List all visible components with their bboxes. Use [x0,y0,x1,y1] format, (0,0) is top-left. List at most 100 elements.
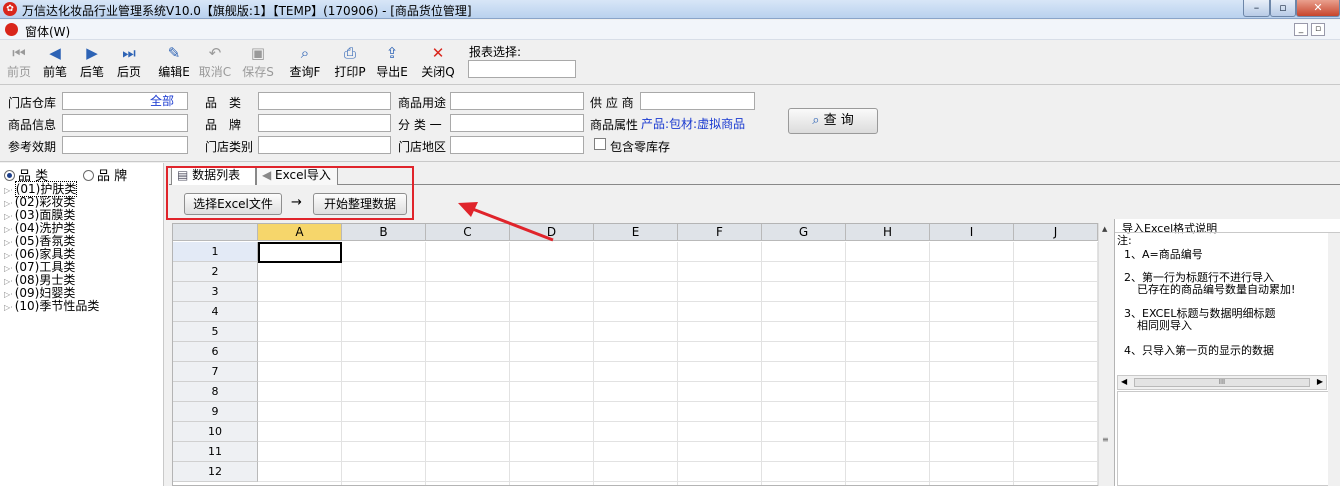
next-icon: ▶ [86,44,98,62]
column-header[interactable]: E [594,224,678,241]
scroll-left-icon[interactable]: ◀ [1121,377,1127,386]
expand-icon[interactable]: ▷· [4,251,13,260]
tree-item[interactable]: ▷· (10)季节性品类 [4,300,99,314]
row-header[interactable]: 11 [173,442,258,462]
next-record-button[interactable]: ▶ 后笔 [77,43,107,80]
close-window-button[interactable]: ✕ [1296,0,1340,17]
search-icon: ⌕ [300,44,310,62]
all-link[interactable]: 全部 [148,92,188,110]
expand-icon[interactable]: ▷· [4,238,13,247]
expand-icon[interactable]: ▷· [4,277,13,286]
column-header[interactable]: H [846,224,930,241]
report-select[interactable] [468,60,576,78]
last-page-button[interactable]: ⏭ 后页 [114,43,144,80]
cancel-button[interactable]: ↶ 取消C [197,43,233,80]
search-icon: ⌕ [812,113,820,128]
expand-icon[interactable]: ▷· [4,264,13,273]
row-header[interactable]: 8 [173,382,258,402]
help-line-3a: 3、EXCEL标题与数据明细标题 [1124,307,1276,320]
query-button[interactable]: ⌕ 查 询 [788,108,878,134]
grid-line [258,321,1099,322]
store-warehouse-input[interactable] [62,92,149,110]
column-header[interactable]: D [510,224,594,241]
maximize-button[interactable]: ▫ [1270,0,1296,17]
scroll-right-icon[interactable]: ▶ [1317,377,1323,386]
minimize-button[interactable]: – [1243,0,1270,17]
class1-input[interactable] [450,114,584,132]
mdi-minimize-button[interactable]: _ [1294,23,1308,36]
help-vertical-scrollbar[interactable] [1328,233,1340,486]
menu-window[interactable]: 窗体(W) [25,23,70,40]
row-header[interactable]: 2 [173,262,258,282]
expand-icon[interactable]: ▷· [4,199,13,208]
class1-label: 分 类 一 [398,118,442,132]
help-lower-box [1117,391,1329,486]
close-tool-button[interactable]: ✕ 关闭Q [419,43,457,80]
row-header[interactable]: 4 [173,302,258,322]
scroll-up-icon[interactable]: ▲ [1102,225,1107,233]
store-region-label: 门店地区 [398,140,447,154]
brand-input[interactable] [258,114,391,132]
grid-line [258,261,1099,262]
row-header[interactable]: 5 [173,322,258,342]
column-header[interactable]: F [678,224,762,241]
edit-button[interactable]: ✎ 编辑E [156,43,192,80]
reference-expiry-input[interactable] [62,136,188,154]
store-warehouse-label: 门店仓库 [8,96,57,110]
column-header[interactable]: C [426,224,510,241]
row-header[interactable]: 7 [173,362,258,382]
include-zero-stock-checkbox[interactable] [594,138,606,150]
mdi-restore-button[interactable]: ▫ [1311,23,1325,36]
prev-icon: ◀ [49,44,61,62]
scroll-thumb[interactable]: III [1134,378,1310,387]
expand-icon[interactable]: ▷· [4,303,13,312]
column-header[interactable]: G [762,224,846,241]
category-label: 品 类 [205,96,242,110]
help-line-2a: 2、第一行为标题行不进行导入 [1124,271,1274,284]
grid-line [258,441,1099,442]
export-button[interactable]: ⇪ 导出E [373,43,411,80]
grid-line [593,242,594,485]
usage-input[interactable] [450,92,584,110]
window-title: 万信达化妆品行业管理系统V10.0【旗舰版:1】【TEMP】(170906) -… [22,4,472,18]
column-header[interactable]: I [930,224,1014,241]
radio-unselected-icon [83,170,94,181]
expand-icon[interactable]: ▷· [4,186,13,195]
row-header[interactable]: 12 [173,462,258,482]
active-cell[interactable] [258,242,342,263]
column-header[interactable]: J [1014,224,1098,241]
grid-vertical-scrollbar[interactable]: ▲ ≡ [1098,223,1112,486]
first-page-button[interactable]: ⏮ 前页 [4,43,34,80]
spreadsheet-grid[interactable]: A B C D E F G H I J 1 2 3 4 5 6 7 8 9 10… [172,223,1100,486]
supplier-input[interactable] [640,92,755,110]
scroll-grip-icon[interactable]: ≡ [1102,435,1109,444]
row-header[interactable]: 3 [173,282,258,302]
grid-corner[interactable] [173,224,258,241]
help-horizontal-scrollbar[interactable]: ◀ III ▶ [1117,375,1327,390]
product-info-input[interactable] [62,114,188,132]
expand-icon[interactable]: ▷· [4,212,13,221]
save-button[interactable]: ▣ 保存S [240,43,276,80]
column-header[interactable]: A [258,224,342,241]
expand-icon[interactable]: ▷· [4,290,13,299]
product-attr-value[interactable]: 产品:包材:虚拟商品 [641,115,745,132]
print-button[interactable]: ⎙ 打印P [331,43,369,80]
last-page-icon: ⏭ [122,44,136,62]
store-type-input[interactable] [258,136,391,154]
prev-record-button[interactable]: ◀ 前笔 [40,43,70,80]
row-header[interactable]: 6 [173,342,258,362]
grid-line [677,242,678,485]
row-header[interactable]: 1 [173,242,258,262]
query-toolbar-button[interactable]: ⌕ 查询F [286,43,324,80]
grid-line [509,242,510,485]
column-header[interactable]: B [342,224,426,241]
expand-icon[interactable]: ▷· [4,225,13,234]
category-input[interactable] [258,92,391,110]
radio-brand[interactable]: 品 牌 [83,165,127,184]
store-region-input[interactable] [450,136,584,154]
app-menu-icon[interactable] [5,23,18,36]
annotation-highlight-box [166,166,414,220]
row-header[interactable]: 10 [173,422,258,442]
row-header[interactable]: 9 [173,402,258,422]
help-title: 导入Excel格式说明 [1122,222,1218,235]
